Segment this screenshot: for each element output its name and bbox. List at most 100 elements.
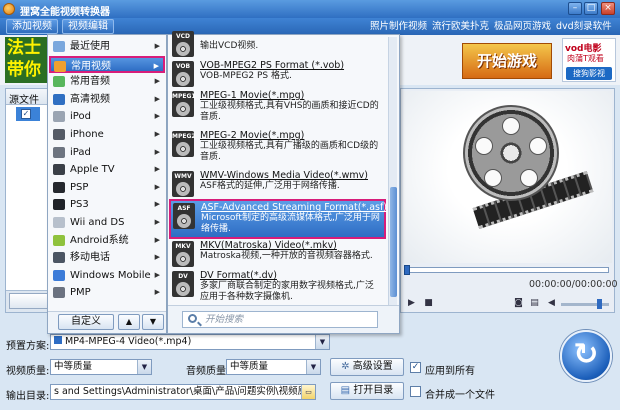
menu-item-label: iPad (70, 146, 91, 158)
film-reel-icon (176, 282, 190, 296)
folder-browse-icon[interactable]: ▭ (301, 385, 315, 399)
file-row[interactable]: ✓ (16, 107, 40, 121)
minimize-button[interactable]: – (568, 2, 582, 15)
volume-icon[interactable]: ◀ (546, 298, 557, 309)
volume-thumb[interactable] (597, 299, 602, 309)
ps3-icon (53, 199, 65, 211)
menu-item-pmp[interactable]: PMP ▶ (50, 284, 164, 301)
snapshot-icon[interactable]: ◙ (513, 298, 524, 309)
move-up-button[interactable]: ▲ (118, 314, 140, 330)
output-dir-label: 输出目录: (6, 391, 50, 402)
format-item-vcd[interactable]: VCD 输出VCD视频. (170, 29, 385, 59)
menu-item-iphone[interactable]: iPhone ▶ (50, 126, 164, 143)
left-ad-text-2: 带你 (7, 60, 41, 80)
top-link-poker[interactable]: 流行欧美扑克 (432, 20, 489, 33)
move-down-button[interactable]: ▼ (142, 314, 164, 330)
format-item-wmv[interactable]: WMV WMV-Windows Media Video(*.wmv) ASF格式的延… (170, 169, 385, 199)
film-reel-icon (463, 105, 559, 201)
format-scrollbar[interactable] (388, 37, 397, 305)
format-file-icon: ASF (173, 203, 195, 229)
menu-item-label: Android系统 (70, 234, 129, 246)
chevron-down-icon[interactable]: ▼ (137, 360, 151, 374)
audio-quality-combo[interactable]: 中等质量 ▼ (226, 359, 321, 375)
folder-icon[interactable]: ▤ (529, 298, 540, 309)
format-file-icon: VOB (172, 61, 194, 87)
format-name: MPEG-2 Movie(*.mpg) (200, 130, 305, 141)
maximize-button[interactable]: □ (584, 2, 598, 15)
scroll-left-button[interactable] (9, 293, 49, 309)
add-video-button[interactable]: 添加视频 (6, 19, 58, 34)
format-item-mpeg2[interactable]: MPEG2 MPEG-2 Movie(*.mpg) 工业级视频格式,具有广播级的画质… (170, 129, 385, 169)
menu-item-label: Apple TV (70, 164, 115, 176)
customize-button[interactable]: 自定义 (58, 314, 114, 330)
top-link-dvd-burn[interactable]: dvd刻录软件 (556, 20, 612, 33)
film-reel-icon (177, 214, 191, 228)
top-link-web-game[interactable]: 极品网页游戏 (494, 20, 551, 33)
apply-all-checkbox[interactable]: ✓ (410, 362, 421, 373)
chevron-right-icon: ▶ (154, 235, 160, 244)
menu-item-phone[interactable]: 移动电话 ▶ (50, 249, 164, 266)
pmp-icon (53, 287, 65, 299)
format-name: VOB-MPEG2 PS Format (*.vob) (200, 60, 345, 71)
format-item-mpeg1[interactable]: MPEG1 MPEG-1 Movie(*.mpg) 工业级视频格式,具有VHS的画质… (170, 89, 385, 129)
menu-item-hd[interactable]: 高清视频 ▶ (50, 91, 164, 108)
start-game-ad[interactable]: 开始游戏 (462, 43, 552, 79)
format-description: ASF格式的延伸,广泛用于网络传播. (200, 181, 340, 191)
menu-item-ipod[interactable]: iPod ▶ (50, 108, 164, 125)
category-menu: PMP ▶ Windows Mobile ▶ 移动电话 ▶ Android系统 ▶ Wii an… (47, 34, 167, 334)
format-badge: MKV (175, 243, 191, 250)
merge-checkbox[interactable] (410, 386, 421, 397)
format-item-vob[interactable]: VOB VOB-MPEG2 PS Format (*.vob) VOB-MPEG2 … (170, 59, 385, 89)
menu-item-wii[interactable]: Wii and DS ▶ (50, 214, 164, 231)
open-directory-button[interactable]: ▤ 打开目录 (330, 382, 404, 400)
format-item-dv[interactable]: DV DV Format(*.dv) 多家厂商联合制定的家用数字视频格式,广泛应用于… (170, 269, 385, 305)
chevron-down-icon[interactable]: ▼ (315, 335, 329, 349)
format-badge: DV (178, 273, 188, 280)
chevron-right-icon: ▶ (154, 200, 160, 209)
iphone-icon (53, 129, 65, 140)
apply-all-label: 应用到所有 (425, 366, 475, 377)
menu-item-appletv[interactable]: Apple TV ▶ (50, 161, 164, 178)
vod-ad-button[interactable]: 搜狗影视 (566, 67, 612, 80)
format-item-asf[interactable]: ASF ASF-Advanced Streaming Format(*.asf) M… (169, 199, 388, 239)
window-title: 狸窝全能视频转换器 (20, 7, 110, 18)
video-quality-combo[interactable]: 中等质量 ▼ (50, 359, 152, 375)
menu-item-ps3[interactable]: PS3 ▶ (50, 196, 164, 213)
menu-item-psp[interactable]: PSP ▶ (50, 179, 164, 196)
format-name: ASF-Advanced Streaming Format(*.asf) (201, 202, 388, 213)
convert-button[interactable]: ↻ (560, 330, 612, 382)
menu-item-ipad[interactable]: iPad ▶ (50, 144, 164, 161)
menu-item-label: Windows Mobile (70, 269, 151, 281)
format-description: 工业级视频格式,具有VHS的画质和接近CD的音质. (200, 101, 379, 122)
format-description: VOB-MPEG2 PS 格式. (200, 71, 292, 81)
chevron-right-icon: ▶ (154, 182, 160, 191)
audio-quality-value: 中等质量 (230, 361, 269, 372)
seek-bar[interactable] (407, 267, 609, 273)
format-scroll-thumb[interactable] (390, 187, 397, 297)
format-search-input[interactable]: 开始搜索 (182, 311, 378, 328)
format-badge: ASF (177, 205, 191, 212)
video-edit-button[interactable]: 视频编辑 (62, 19, 114, 34)
output-path-field[interactable]: s and Settings\Administrator\桌面\产品\问题实例\… (50, 384, 316, 400)
seek-thumb[interactable] (404, 265, 410, 275)
vod-ad[interactable]: vod电影 肉蒲T观看 搜狗影视 (562, 38, 616, 82)
menu-item-film[interactable]: 常用视频 ▶ (49, 55, 165, 73)
menu-item-label: Wii and DS (70, 217, 125, 228)
menu-item-clock[interactable]: 最近使用 ▶ (50, 38, 164, 55)
source-file-column[interactable]: 源文件 (9, 91, 39, 106)
format-item-mkv[interactable]: MKV MKV(Matroska) Video(*.mkv) Matroska视频,… (170, 239, 385, 269)
menu-item-android[interactable]: Android系统 ▶ (50, 232, 164, 249)
advanced-settings-button[interactable]: ✲ 高级设置 (330, 358, 404, 376)
preset-combo[interactable]: MP4-MPEG-4 Video(*.mp4) ▼ (50, 334, 330, 350)
format-file-icon: WMV (172, 171, 194, 197)
chevron-down-icon[interactable]: ▼ (306, 360, 320, 374)
menu-item-music[interactable]: 常用音频 ▶ (50, 73, 164, 90)
stop-icon[interactable]: ■ (423, 298, 434, 309)
psp-icon (53, 181, 65, 193)
format-description: 输出VCD视频. (200, 41, 259, 51)
play-icon[interactable]: ▶ (406, 298, 417, 309)
file-checkbox[interactable]: ✓ (21, 109, 31, 119)
menu-item-windows[interactable]: Windows Mobile ▶ (50, 267, 164, 284)
close-button[interactable]: × (601, 2, 615, 15)
left-ad-image[interactable]: 法士 带你 (5, 37, 51, 83)
